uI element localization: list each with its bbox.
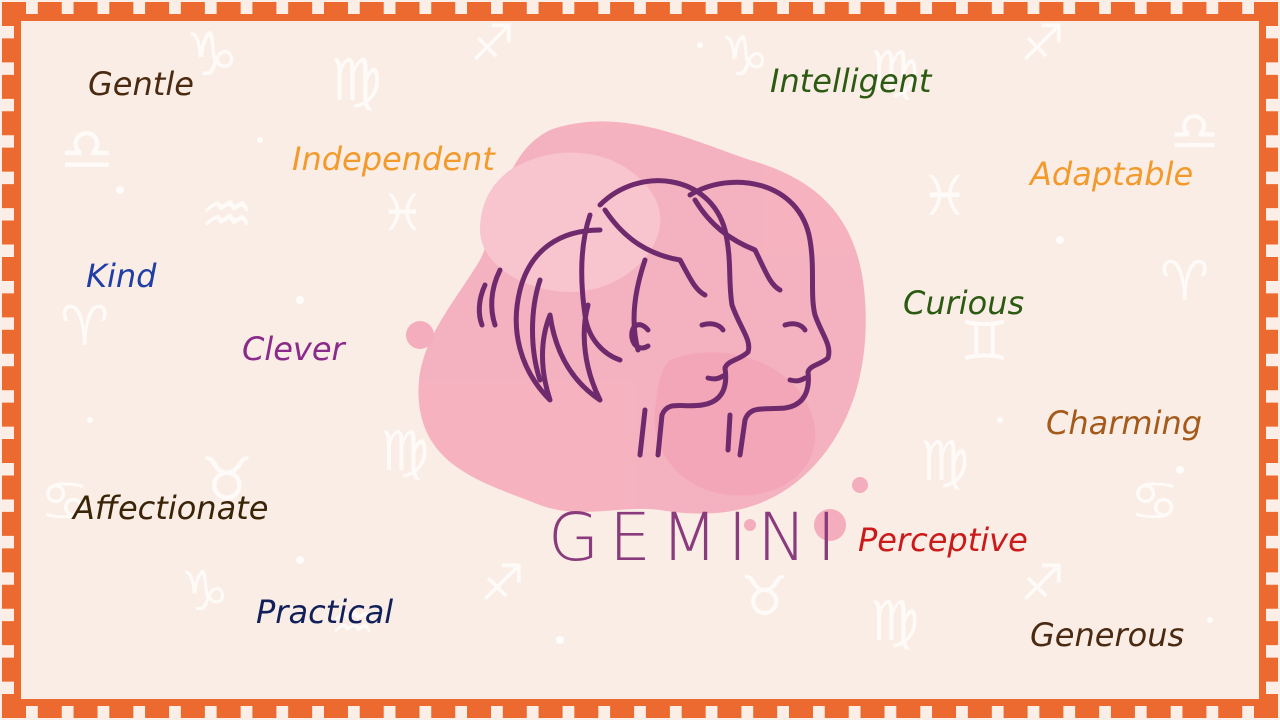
trait-charming: Charming	[1046, 404, 1203, 442]
trait-practical: Practical	[256, 593, 394, 631]
capricorn-glyph-icon: ♑	[720, 24, 769, 88]
trait-perceptive: Perceptive	[858, 521, 1028, 559]
aries-glyph-icon: ♈	[1160, 249, 1209, 313]
gemini-traits-card: ♑ ♍ ♐ ♎ ♒ ♓ ♈ ♍ ♉ ♋ ♑ ♐ ♑ ♍ ♐ ♎ ♓ ♈ ♊ ♍ …	[0, 0, 1280, 720]
pisces-glyph-icon: ♓	[920, 164, 969, 228]
sagittarius-glyph-icon: ♐	[470, 14, 515, 72]
libra-glyph-icon: ♎	[60, 115, 114, 185]
virgo-glyph-icon: ♍	[330, 46, 382, 114]
trait-intelligent: Intelligent	[770, 62, 932, 100]
trait-kind: Kind	[86, 257, 157, 295]
sagittarius-glyph-icon: ♐	[1020, 554, 1065, 612]
aquarius-glyph-icon: ♒	[200, 180, 254, 250]
virgo-glyph-icon: ♍	[920, 429, 969, 493]
trait-curious: Curious	[903, 284, 1025, 322]
cancer-glyph-icon: ♋	[1130, 469, 1179, 533]
capricorn-glyph-icon: ♑	[180, 559, 229, 623]
sign-name: GEMINI	[548, 499, 847, 576]
aries-glyph-icon: ♈	[60, 294, 109, 358]
trait-adaptable: Adaptable	[1030, 155, 1194, 193]
trait-independent: Independent	[292, 140, 495, 178]
libra-glyph-icon: ♎	[1170, 99, 1219, 163]
trait-generous: Generous	[1030, 616, 1185, 654]
sagittarius-glyph-icon: ♐	[1020, 14, 1065, 72]
trait-clever: Clever	[242, 330, 345, 368]
trait-affectionate: Affectionate	[73, 489, 269, 527]
trait-gentle: Gentle	[88, 65, 194, 103]
